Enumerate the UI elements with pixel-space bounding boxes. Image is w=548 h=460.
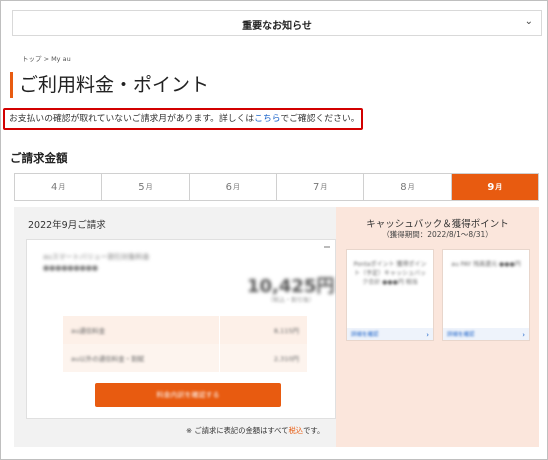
bill-amount-sub: （税込・割引後） [267, 297, 316, 304]
page-title: ご利用料金・ポイント [19, 74, 210, 96]
alert-text-after: でご確認ください。 [280, 114, 360, 124]
tab-month-number: 7 [312, 181, 320, 193]
bill-card-line1: auスマートバリュー割引対象料金 [43, 253, 150, 261]
payment-alert: お支払いの確認が取れていないご請求月があります。詳しくはこちらでご確認ください。 [3, 108, 363, 130]
tab-month-unit: 月 [58, 183, 66, 191]
bill-card: auスマートバリュー割引対象料金 ●●●●●●●●● 10,425円 （税込・割… [26, 239, 336, 419]
tab-may[interactable]: 5月 [102, 174, 190, 200]
chevron-down-icon[interactable]: ⌄ [525, 16, 533, 27]
cashback-card-link[interactable]: 詳細を確認 [351, 330, 379, 338]
tab-month-unit: 月 [233, 183, 240, 191]
tab-month-number: 4 [50, 181, 58, 193]
tab-month-number: 9 [487, 181, 495, 193]
tax-note-before: ※ ご請求に表記の金額はすべて [186, 426, 289, 435]
bill-row: au以外の通信料金・割賦 2,310円 [63, 344, 307, 372]
bill-row-value: 2,310円 [273, 355, 299, 363]
bill-detail-button-label: 料金内訳を確認する [156, 391, 220, 399]
cashback-panel: キャッシュバック＆獲得ポイント （獲得期間：2022/8/1～8/31） Pon… [336, 207, 539, 447]
tab-month-unit: 月 [320, 183, 328, 191]
tab-month-number: 5 [138, 181, 145, 193]
important-notice-label: 重要なお知らせ [242, 21, 312, 32]
tab-august[interactable]: 8月 [364, 174, 452, 200]
bill-row: au通信料金 8,115円 [63, 316, 307, 344]
bill-row-value: 8,115円 [273, 327, 299, 335]
tab-month-number: 8 [400, 181, 407, 193]
tab-month-unit: 月 [407, 183, 415, 191]
breadcrumb[interactable]: トップ > My au [22, 53, 71, 63]
tab-month-unit: 月 [495, 183, 503, 191]
tab-june[interactable]: 6月 [190, 174, 277, 200]
alert-link[interactable]: こちら [254, 114, 280, 124]
bill-card-line2: ●●●●●●●●● [43, 264, 98, 272]
tax-note-after: です。 [303, 426, 325, 435]
cashback-card[interactable]: au PAY 残高還元 ●●●円 詳細を確認 › [442, 249, 530, 341]
bill-row-label: au通信料金 [71, 327, 106, 335]
tab-month-unit: 月 [145, 183, 153, 191]
bill-heading: 2022年9月ご請求 [28, 220, 106, 231]
bill-detail-button[interactable]: 料金内訳を確認する [95, 383, 281, 407]
tax-note: ※ ご請求に表記の金額はすべて税込です。 [186, 426, 324, 436]
row-divider [219, 344, 220, 372]
chevron-right-icon: › [522, 331, 525, 339]
bill-row-label: au以外の通信料金・割賦 [71, 355, 145, 363]
tab-july[interactable]: 7月 [277, 174, 365, 200]
month-tabs: 4月 5月 6月 7月 8月 9月 [14, 173, 539, 201]
tab-september[interactable]: 9月 [451, 174, 538, 200]
row-divider [219, 316, 220, 344]
billing-section-title: ご請求金額 [10, 151, 68, 165]
tab-month-number: 6 [225, 181, 232, 193]
cashback-period: （獲得期間：2022/8/1～8/31） [382, 230, 493, 239]
billing-panel: 2022年9月ご請求 auスマートバリュー割引対象料金 ●●●●●●●●● 10… [14, 207, 539, 447]
important-notice-bar[interactable]: 重要なお知らせ ⌄ [12, 10, 542, 36]
cashback-card-link[interactable]: 詳細を確認 [447, 330, 475, 338]
chevron-right-icon: › [426, 331, 429, 339]
page-title-wrapper: ご利用料金・ポイント [10, 72, 209, 98]
cashback-card[interactable]: Pontaポイント 獲得ポイント（予定）キャッシュバック合計 ●●●円 相当 詳… [346, 249, 434, 341]
tax-note-link[interactable]: 税込 [289, 426, 304, 435]
tab-april[interactable]: 4月 [15, 174, 103, 200]
cashback-card-text: au PAY 残高還元 ●●●円 [451, 261, 521, 268]
cashback-card-text: Pontaポイント 獲得ポイント（予定）キャッシュバック合計 ●●●円 相当 [353, 261, 427, 286]
cashback-title: キャッシュバック＆獲得ポイント [366, 219, 509, 230]
more-icon[interactable] [324, 246, 330, 248]
alert-text-before: お支払いの確認が取れていないご請求月があります。詳しくは [9, 114, 255, 124]
